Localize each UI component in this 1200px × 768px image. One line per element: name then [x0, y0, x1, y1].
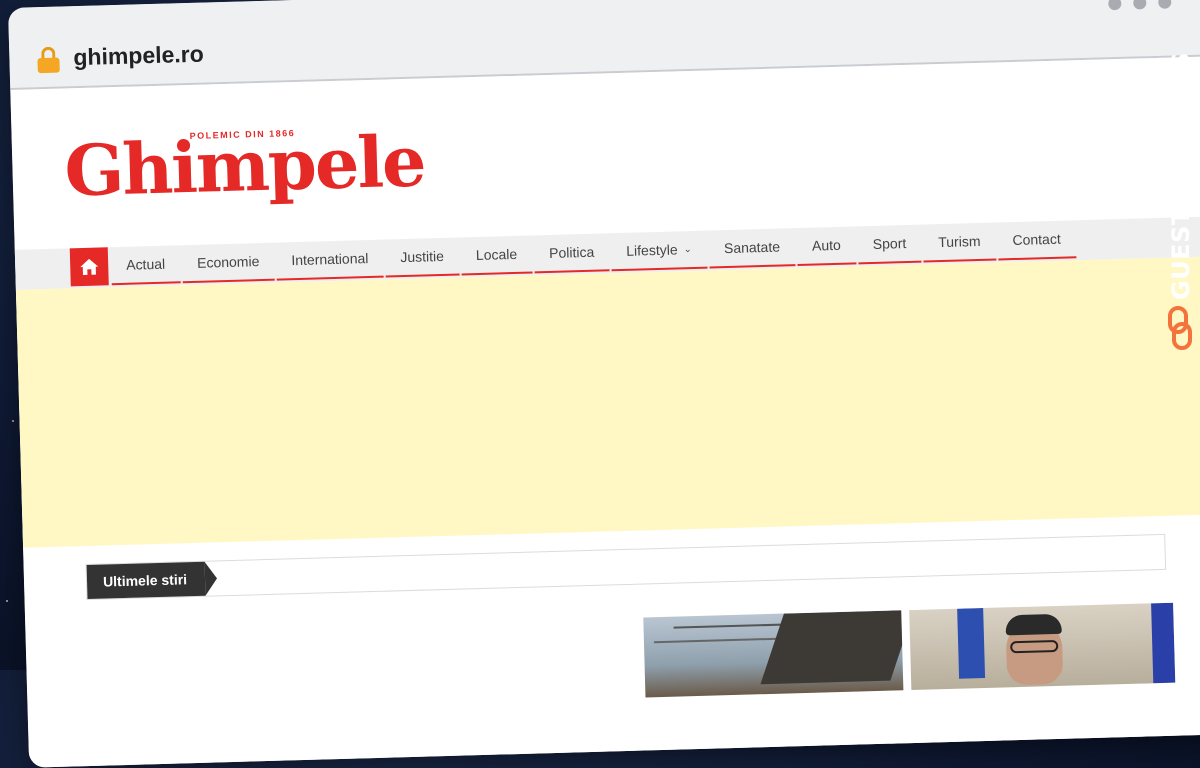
logo-text: Ghimpele — [63, 119, 426, 213]
nav-item-sport[interactable]: Sport — [857, 224, 922, 265]
nav-item-actual[interactable]: Actual — [110, 245, 181, 286]
nav-item-justitie[interactable]: Justitie — [384, 237, 460, 278]
window-dot-icon[interactable] — [1158, 0, 1172, 9]
browser-window: ghimpele.ro POLEMIC DIN 1866 Ghimpele Ac… — [8, 0, 1200, 768]
chain-link-icon — [1168, 306, 1194, 352]
nav-item-auto[interactable]: Auto — [796, 226, 857, 267]
nav-item-sanatate[interactable]: Sanatate — [708, 228, 796, 269]
article-thumbnail[interactable] — [643, 610, 904, 698]
ticker-arrow-icon — [204, 561, 218, 596]
nav-home-button[interactable] — [69, 247, 109, 287]
web-page: POLEMIC DIN 1866 Ghimpele Actual Economi… — [10, 56, 1200, 768]
ticker-label: Ultimele stiri — [86, 561, 206, 600]
nav-item-contact[interactable]: Contact — [996, 220, 1077, 261]
nav-item-lifestyle[interactable]: Lifestyle ⌄ — [610, 230, 708, 272]
article-thumbnail[interactable] — [909, 602, 1176, 691]
news-ticker: Ultimele stiri — [85, 533, 1167, 601]
window-controls — [1108, 0, 1172, 11]
nav-item-turism[interactable]: Turism — [922, 222, 997, 263]
lock-icon — [37, 46, 60, 74]
nav-item-economie[interactable]: Economie — [181, 242, 275, 284]
site-logo[interactable]: POLEMIC DIN 1866 Ghimpele — [63, 119, 425, 224]
chevron-down-icon: ⌄ — [683, 243, 693, 255]
address-url[interactable]: ghimpele.ro — [73, 41, 204, 72]
nav-item-locale[interactable]: Locale — [460, 235, 533, 276]
nav-item-politica[interactable]: Politica — [533, 233, 610, 274]
window-dot-icon[interactable] — [1133, 0, 1147, 10]
watermark-text: GUESTPOSTLINKS — [1167, 51, 1195, 300]
nav-item-international[interactable]: International — [275, 239, 384, 281]
advertisement-banner[interactable] — [15, 255, 1200, 548]
window-dot-icon[interactable] — [1108, 0, 1122, 11]
home-icon — [80, 258, 99, 276]
